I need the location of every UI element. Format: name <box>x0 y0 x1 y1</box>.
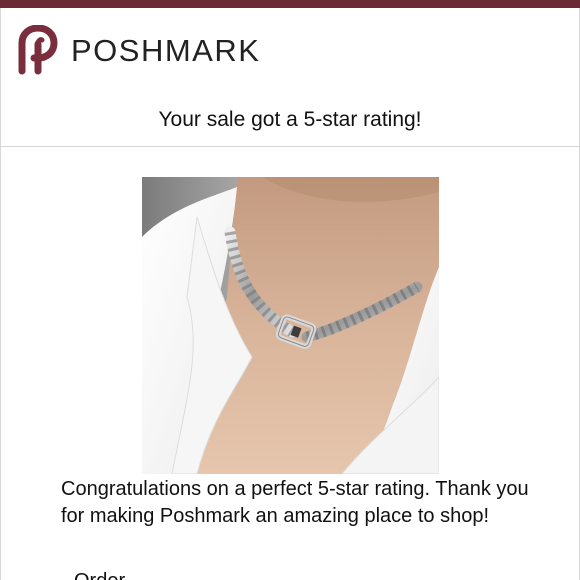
product-image[interactable] <box>142 177 439 474</box>
order-section-label: Order <box>74 568 125 580</box>
rating-headline: Your sale got a 5-star rating! <box>158 108 422 131</box>
header-divider <box>0 146 580 147</box>
congratulations-message: Congratulations on a perfect 5-star rati… <box>61 478 529 527</box>
left-border <box>0 8 1 580</box>
brand-name: POSHMARK <box>71 32 261 68</box>
header: POSHMARK <box>16 24 260 76</box>
email-page: POSHMARK Your sale got a 5-star rating! <box>0 0 580 580</box>
top-accent-bar <box>0 0 580 8</box>
poshmark-logo-icon <box>18 25 58 75</box>
